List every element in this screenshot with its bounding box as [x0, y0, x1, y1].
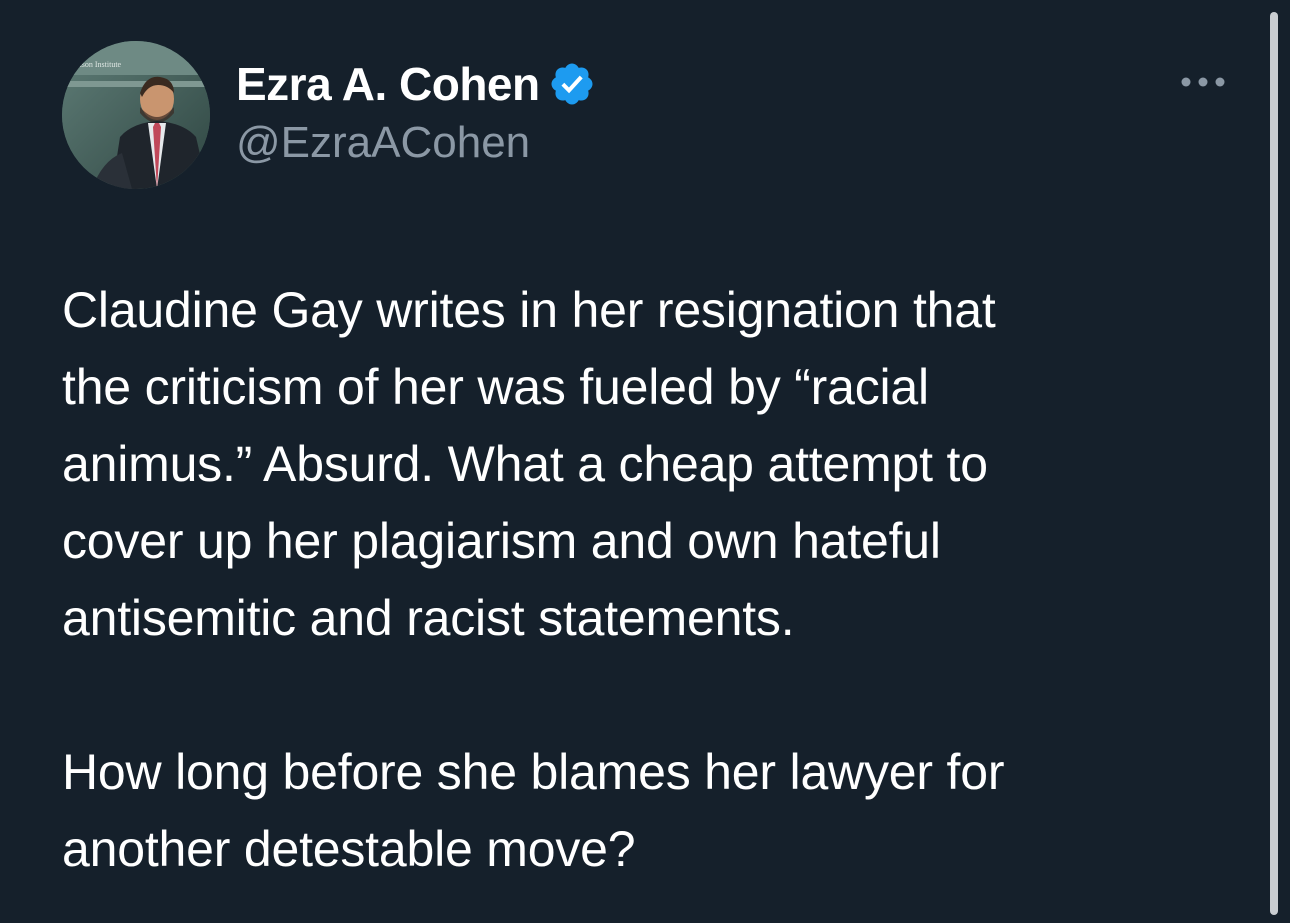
tweet-line: cover up her plagiarism and own hateful: [62, 513, 941, 569]
verified-badge-icon[interactable]: [548, 60, 596, 108]
tweet-line: antisemitic and racist statements.: [62, 590, 795, 646]
author-display-name[interactable]: Ezra A. Cohen: [236, 57, 540, 111]
author-name-row[interactable]: Ezra A. Cohen: [236, 56, 596, 112]
tweet-screen: Hudson Institute Ezra A. Cohen @EzraACoh…: [0, 0, 1290, 923]
author-handle[interactable]: @EzraACohen: [236, 118, 530, 168]
more-options-icon[interactable]: [1178, 66, 1228, 98]
avatar[interactable]: Hudson Institute: [62, 41, 210, 189]
tweet-line: Claudine Gay writes in her resignation t…: [62, 282, 996, 338]
avatar-image: Hudson Institute: [62, 41, 210, 189]
tweet-line: the criticism of her was fueled by “raci…: [62, 359, 929, 415]
tweet-paragraph: How long before she blames her lawyer fo…: [62, 734, 1232, 888]
tweet-line: another detestable move?: [62, 821, 636, 877]
tweet-line: How long before she blames her lawyer fo…: [62, 744, 1005, 800]
tweet-text: Claudine Gay writes in her resignation t…: [62, 272, 1232, 888]
scrollbar[interactable]: [1270, 12, 1278, 915]
tweet-paragraph: Claudine Gay writes in her resignation t…: [62, 272, 1232, 657]
avatar-backdrop-text: Hudson Institute: [68, 60, 122, 69]
tweet-line: animus.” Absurd. What a cheap attempt to: [62, 436, 988, 492]
